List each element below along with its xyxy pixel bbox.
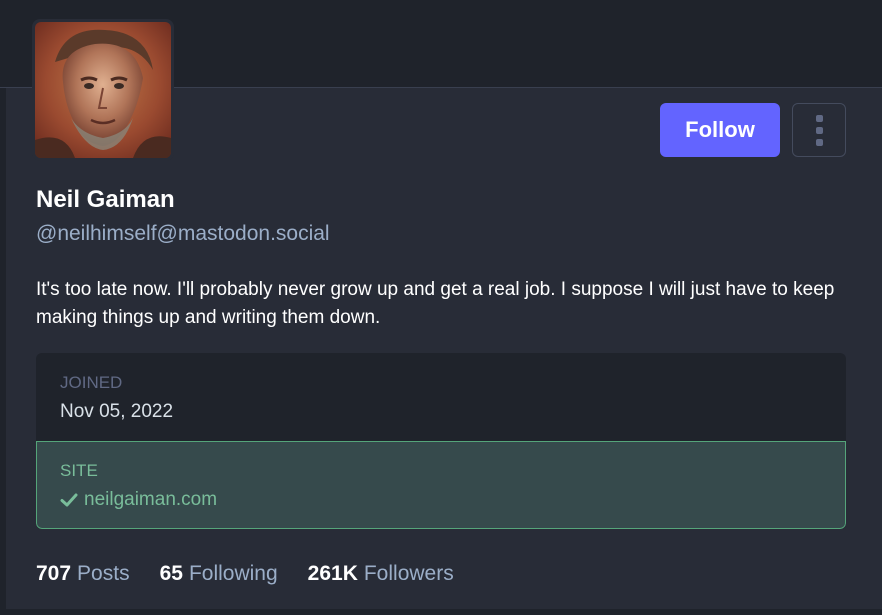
followers-count: 261K [307, 562, 358, 585]
vertical-ellipsis-icon [815, 138, 823, 146]
followers-count-link[interactable]: 261K Followers [308, 562, 454, 586]
vertical-ellipsis-icon [815, 114, 823, 122]
posts-count-link[interactable]: 707 Posts [36, 562, 130, 586]
avatar-frame[interactable] [32, 19, 174, 161]
posts-label: Posts [77, 562, 130, 585]
account-handle[interactable]: @neilhimself@mastodon.social [36, 222, 330, 246]
field-label: JOINED [60, 373, 123, 392]
field-value: neilgaiman.com [60, 489, 822, 511]
column-edge [0, 88, 6, 615]
display-name: Neil Gaiman [36, 186, 175, 213]
posts-count: 707 [36, 562, 72, 585]
following-label: Following [188, 562, 278, 585]
field-site-verified: SITE neilgaiman.com [36, 441, 846, 529]
follow-button[interactable]: Follow [660, 103, 780, 157]
field-label: SITE [60, 461, 98, 480]
avatar [35, 22, 171, 158]
profile-stats: 707 Posts 65 Following 261K Followers [36, 562, 454, 586]
checkmark-icon [60, 493, 78, 507]
site-link[interactable]: neilgaiman.com [84, 489, 217, 511]
profile-fields: JOINED Nov 05, 2022 SITE neilgaiman.com [36, 353, 846, 529]
followers-label: Followers [363, 562, 454, 585]
field-joined: JOINED Nov 05, 2022 [36, 353, 846, 441]
following-count: 65 [159, 562, 183, 585]
profile-bio: It's too late now. I'll probably never g… [36, 279, 835, 328]
more-options-button[interactable] [792, 103, 846, 157]
field-value: Nov 05, 2022 [60, 401, 174, 422]
vertical-ellipsis-icon [815, 126, 823, 134]
column-bottom-edge [0, 609, 882, 615]
following-count-link[interactable]: 65 Following [160, 562, 278, 586]
